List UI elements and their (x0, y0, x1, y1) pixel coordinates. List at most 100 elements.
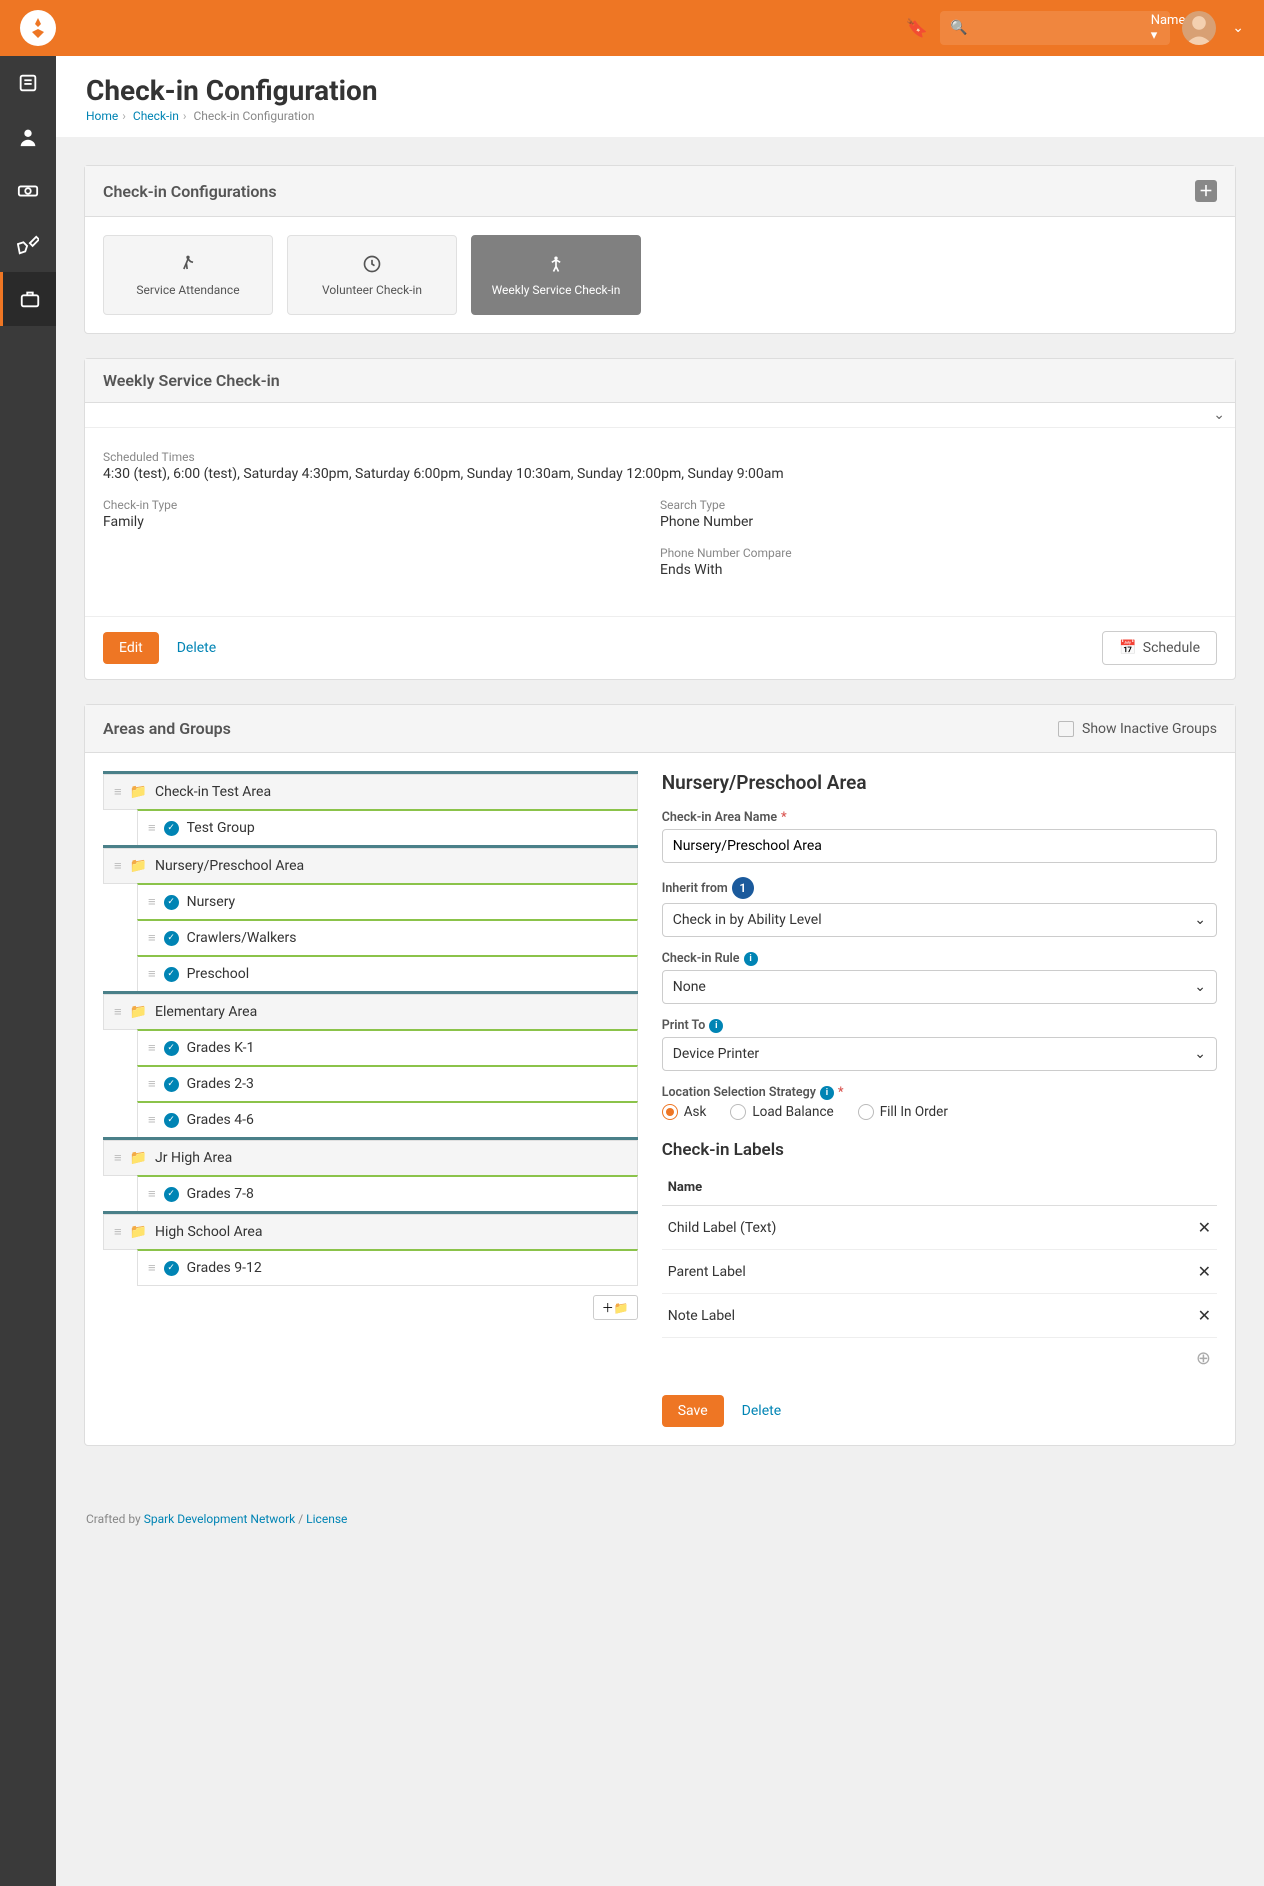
area-label: Elementary Area (155, 1004, 257, 1020)
printto-select[interactable]: Device Printer⌄ (662, 1037, 1217, 1071)
folder-icon: 📁 (130, 1004, 147, 1020)
chevron-down-icon: ⌄ (1194, 1046, 1206, 1062)
group-row[interactable]: ≡ ✓ Grades K-1 (137, 1029, 638, 1066)
group-row[interactable]: ≡ ✓ Grades 2-3 (137, 1065, 638, 1102)
group-label: Preschool (187, 966, 250, 982)
phone-compare-label: Phone Number Compare (660, 546, 1217, 560)
edit-button[interactable]: Edit (103, 632, 159, 664)
search-type-label: Search Type (660, 498, 1217, 512)
group-row[interactable]: ≡ ✓ Preschool (137, 955, 638, 992)
required-marker: * (838, 1085, 844, 1100)
delete-area-button[interactable]: Delete (742, 1403, 781, 1419)
drag-handle-icon[interactable]: ≡ (148, 1112, 156, 1128)
show-inactive-toggle[interactable]: Show Inactive Groups (1058, 721, 1217, 737)
check-icon: ✓ (164, 967, 179, 982)
config-card[interactable]: Volunteer Check-in (287, 235, 457, 315)
area-row[interactable]: ≡ 📁 Jr High Area (103, 1140, 638, 1176)
group-label: Crawlers/Walkers (187, 930, 297, 946)
remove-label-button[interactable]: ✕ (1120, 1294, 1217, 1338)
add-config-button[interactable]: ＋ (1195, 180, 1217, 202)
drag-handle-icon[interactable]: ≡ (148, 1076, 156, 1092)
area-row[interactable]: ≡ 📁 Check-in Test Area (103, 774, 638, 810)
drag-handle-icon[interactable]: ≡ (148, 820, 156, 836)
label-name: Child Label (Text) (662, 1206, 1121, 1250)
footer-license-link[interactable]: License (306, 1512, 347, 1526)
checkin-type-value: Family (103, 514, 660, 530)
area-row[interactable]: ≡ 📁 Elementary Area (103, 994, 638, 1030)
config-card[interactable]: Service Attendance (103, 235, 273, 315)
search-box[interactable]: 🔍 Name ▾ (940, 11, 1170, 45)
add-area-button[interactable]: ＋📁 (593, 1295, 638, 1320)
info-icon[interactable]: i (709, 1019, 723, 1033)
delete-config-button[interactable]: Delete (177, 640, 216, 656)
collapse-toggle[interactable]: ⌄ (85, 403, 1235, 428)
area-row[interactable]: ≡ 📁 Nursery/Preschool Area (103, 848, 638, 884)
check-icon: ✓ (164, 1113, 179, 1128)
drag-handle-icon[interactable]: ≡ (114, 1150, 122, 1166)
checkin-labels-title: Check-in Labels (662, 1140, 1217, 1160)
group-label: Grades 4-6 (187, 1112, 254, 1128)
lss-radio[interactable]: Ask (662, 1104, 707, 1120)
config-card-label: Volunteer Check-in (322, 283, 422, 297)
drag-handle-icon[interactable]: ≡ (114, 1224, 122, 1240)
group-row[interactable]: ≡ ✓ Grades 7-8 (137, 1175, 638, 1212)
checkin-type-label: Check-in Type (103, 498, 660, 512)
radio-dot-icon (730, 1104, 746, 1120)
group-row[interactable]: ≡ ✓ Nursery (137, 883, 638, 920)
lss-radio[interactable]: Load Balance (730, 1104, 833, 1120)
group-label: Grades 7-8 (187, 1186, 254, 1202)
inherit-label: Inherit from (662, 881, 728, 896)
crumb-current: Check-in Configuration (194, 109, 315, 123)
group-row[interactable]: ≡ ✓ Grades 4-6 (137, 1101, 638, 1138)
drag-handle-icon[interactable]: ≡ (148, 894, 156, 910)
crumb-home[interactable]: Home (86, 109, 118, 123)
group-row[interactable]: ≡ ✓ Test Group (137, 809, 638, 846)
search-input[interactable] (974, 21, 1151, 36)
drag-handle-icon[interactable]: ≡ (148, 930, 156, 946)
drag-handle-icon[interactable]: ≡ (148, 1260, 156, 1276)
group-row[interactable]: ≡ ✓ Crawlers/Walkers (137, 919, 638, 956)
config-card-label: Service Attendance (136, 283, 239, 297)
sidebar-item-3[interactable] (0, 164, 56, 218)
child-icon (546, 254, 566, 277)
app-logo[interactable] (20, 10, 56, 46)
add-label-button[interactable]: ⊕ (662, 1338, 1217, 1379)
label-name: Parent Label (662, 1250, 1121, 1294)
drag-handle-icon[interactable]: ≡ (114, 858, 122, 874)
sidebar-item-5[interactable] (0, 272, 56, 326)
check-icon: ✓ (164, 1077, 179, 1092)
drag-handle-icon[interactable]: ≡ (114, 1004, 122, 1020)
group-row[interactable]: ≡ ✓ Grades 9-12 (137, 1249, 638, 1286)
sidebar-item-4[interactable] (0, 218, 56, 272)
rule-select[interactable]: None⌄ (662, 970, 1217, 1004)
inherit-select[interactable]: Check in by Ability Level⌄ (662, 903, 1217, 937)
info-icon[interactable]: i (744, 952, 758, 966)
radio-label: Load Balance (752, 1104, 833, 1120)
remove-label-button[interactable]: ✕ (1120, 1250, 1217, 1294)
user-menu-caret[interactable]: ⌄ (1232, 20, 1244, 36)
radio-dot-icon (662, 1104, 678, 1120)
drag-handle-icon[interactable]: ≡ (148, 1040, 156, 1056)
required-marker: * (781, 810, 787, 825)
remove-label-button[interactable]: ✕ (1120, 1206, 1217, 1250)
topbar: 🔖 🔍 Name ▾ ⌄ (0, 0, 1264, 56)
footer-sdn-link[interactable]: Spark Development Network (144, 1512, 296, 1526)
avatar[interactable] (1182, 11, 1216, 45)
drag-handle-icon[interactable]: ≡ (148, 1186, 156, 1202)
config-card[interactable]: Weekly Service Check-in (471, 235, 641, 315)
lss-radio[interactable]: Fill In Order (858, 1104, 948, 1120)
save-button[interactable]: Save (662, 1395, 724, 1427)
sidebar-item-1[interactable] (0, 56, 56, 110)
drag-handle-icon[interactable]: ≡ (114, 784, 122, 800)
drag-handle-icon[interactable]: ≡ (148, 966, 156, 982)
sidebar-item-2[interactable] (0, 110, 56, 164)
area-row[interactable]: ≡ 📁 High School Area (103, 1214, 638, 1250)
schedule-button[interactable]: 📅 Schedule (1102, 631, 1217, 665)
bookmark-icon[interactable]: 🔖 (906, 18, 928, 39)
scheduled-times-label: Scheduled Times (103, 450, 1217, 464)
info-icon[interactable]: i (820, 1086, 834, 1100)
check-icon: ✓ (164, 1261, 179, 1276)
area-name-input[interactable] (662, 829, 1217, 863)
label-row: Parent Label✕ (662, 1250, 1217, 1294)
crumb-checkin[interactable]: Check-in (133, 109, 179, 123)
